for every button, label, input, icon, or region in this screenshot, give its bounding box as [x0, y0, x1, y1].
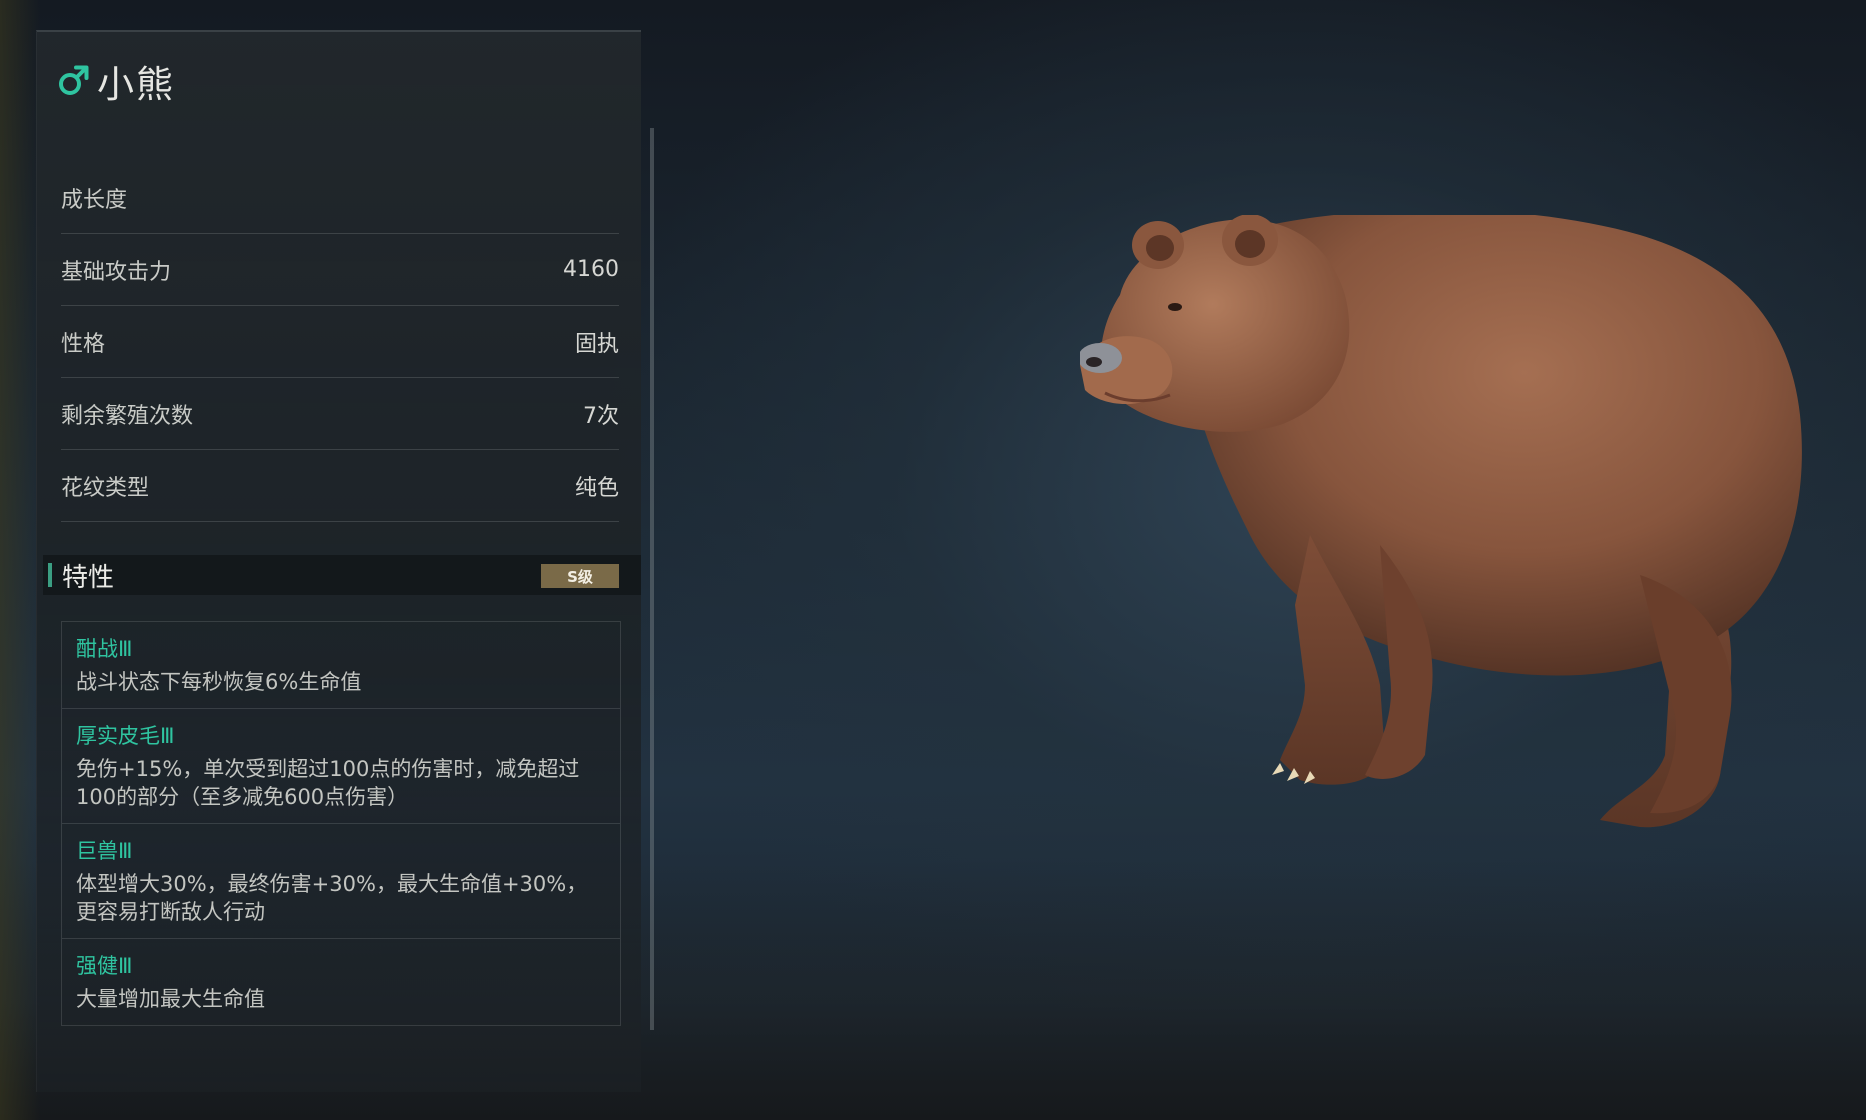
ambient-light	[0, 0, 40, 1120]
pet-title: 小熊	[57, 54, 175, 108]
stat-label: 成长度	[61, 187, 128, 213]
stat-label: 性格	[61, 331, 106, 357]
pet-info-panel: 小熊 成长度 基础攻击力 4160 性格 固执 剩余繁殖次数 7次 花纹类型 纯…	[36, 30, 641, 1092]
trait-description: 大量增加最大生命值	[76, 987, 265, 1011]
pet-name: 小熊	[97, 63, 175, 106]
trait-description: 体型增大30%，最终伤害+30%，最大生命值+30%，更容易打断敌人行动	[76, 872, 588, 924]
trait-item[interactable]: 酣战Ⅲ 战斗状态下每秒恢复6%生命值	[62, 622, 620, 709]
stat-label: 剩余繁殖次数	[61, 403, 194, 429]
stats-list: 成长度 基础攻击力 4160 性格 固执 剩余繁殖次数 7次 花纹类型 纯色	[61, 162, 619, 522]
trait-name: 强健Ⅲ	[76, 954, 133, 978]
traits-title: 特性	[62, 562, 115, 593]
stat-value: 4160	[563, 257, 619, 282]
traits-list: 酣战Ⅲ 战斗状态下每秒恢复6%生命值 厚实皮毛Ⅲ 免伤+15%，单次受到超过10…	[61, 621, 621, 1026]
panel-scrollbar[interactable]	[650, 128, 654, 1030]
stat-personality[interactable]: 性格 固执	[61, 306, 619, 378]
stat-value: 纯色	[574, 475, 619, 501]
male-icon	[59, 65, 89, 95]
traits-header: 特性 S级	[43, 555, 641, 595]
trait-description: 战斗状态下每秒恢复6%生命值	[76, 670, 362, 694]
trait-name: 厚实皮毛Ⅲ	[76, 724, 175, 748]
stat-breeding-remaining[interactable]: 剩余繁殖次数 7次	[61, 378, 619, 450]
section-marker	[48, 563, 52, 587]
trait-item[interactable]: 巨兽Ⅲ 体型增大30%，最终伤害+30%，最大生命值+30%，更容易打断敌人行动	[62, 824, 620, 939]
bear-model[interactable]	[1080, 215, 1840, 915]
trait-name: 巨兽Ⅲ	[76, 839, 133, 863]
grade-badge: S级	[541, 564, 619, 588]
stat-value: 7次	[583, 403, 619, 429]
trait-description: 免伤+15%，单次受到超过100点的伤害时，减免超过100的部分（至多减免600…	[76, 757, 580, 809]
trait-name: 酣战Ⅲ	[76, 637, 133, 661]
stat-label: 基础攻击力	[61, 259, 172, 285]
stat-base-attack[interactable]: 基础攻击力 4160	[61, 234, 619, 306]
trait-item[interactable]: 强健Ⅲ 大量增加最大生命值	[62, 939, 620, 1025]
stat-pattern-type[interactable]: 花纹类型 纯色	[61, 450, 619, 522]
trait-item[interactable]: 厚实皮毛Ⅲ 免伤+15%，单次受到超过100点的伤害时，减免超过100的部分（至…	[62, 709, 620, 824]
stat-value: 固执	[574, 331, 619, 357]
stat-growth[interactable]: 成长度	[61, 162, 619, 234]
stat-label: 花纹类型	[61, 475, 150, 501]
